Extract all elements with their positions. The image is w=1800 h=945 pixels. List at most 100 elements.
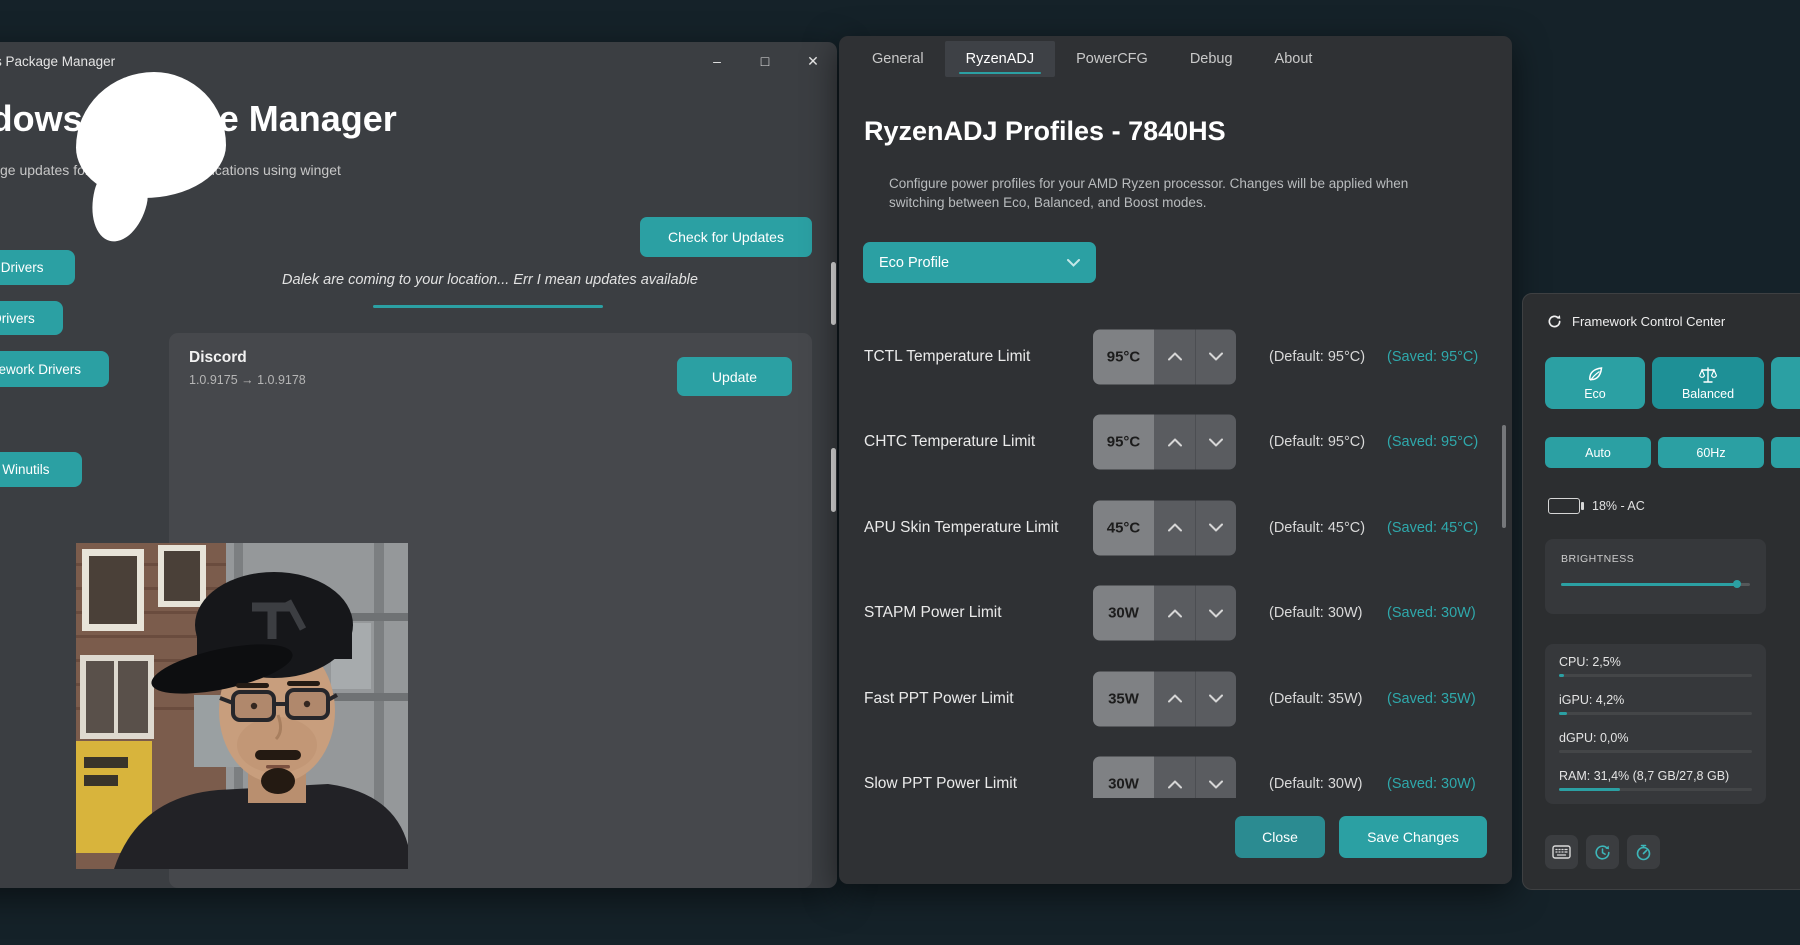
scales-icon: [1698, 366, 1718, 384]
increment-button[interactable]: [1154, 329, 1195, 384]
value-stepper: 95°C: [1093, 415, 1236, 470]
scrollbar-thumb[interactable]: [1502, 425, 1506, 528]
mode-label: Balanced: [1682, 387, 1734, 401]
profile-dropdown-value: Eco Profile: [879, 255, 949, 271]
panel-title: Framework Control Center: [1572, 314, 1725, 329]
stat-label: CPU: 2,5%: [1559, 655, 1752, 669]
history-button[interactable]: [1586, 835, 1619, 869]
chevron-up-icon: [1168, 609, 1182, 617]
balanced-mode-button[interactable]: Balanced: [1652, 357, 1764, 409]
history-clock-icon: [1594, 844, 1611, 861]
chevron-down-icon: [1209, 524, 1223, 532]
boost-mode-button[interactable]: [1771, 357, 1800, 409]
default-value-text: (Default: 45°C): [1269, 520, 1365, 536]
default-value-text: (Default: 35W): [1269, 691, 1362, 707]
framework-control-center-panel: Framework Control Center Eco Balanced Au…: [1522, 293, 1800, 890]
increment-button[interactable]: [1154, 500, 1195, 555]
sidebar-item-amd-drivers[interactable]: AMD Drivers: [0, 301, 63, 335]
package-version: 1.0.9175 → 1.0.9178: [189, 373, 306, 387]
saved-value-text: (Saved: 30W): [1387, 776, 1476, 792]
scrollbar-thumb[interactable]: [831, 448, 836, 512]
check-for-updates-button[interactable]: Check for Updates: [640, 217, 812, 257]
tab-debug[interactable]: Debug: [1169, 41, 1254, 77]
saved-value-text: (Saved: 45°C): [1387, 520, 1478, 536]
sidebar-item-framework-drivers[interactable]: Framework Drivers: [0, 351, 109, 387]
refresh-auto-button[interactable]: Auto: [1545, 437, 1651, 468]
decrement-button[interactable]: [1195, 415, 1236, 470]
webcam-photo: [76, 543, 408, 869]
setting-label: APU Skin Temperature Limit: [864, 519, 1058, 537]
stat-bar: [1559, 674, 1752, 677]
panel-header: Framework Control Center: [1547, 314, 1725, 329]
update-button[interactable]: Update: [677, 357, 792, 396]
increment-button[interactable]: [1154, 671, 1195, 726]
decrement-button[interactable]: [1195, 586, 1236, 641]
sync-icon: [1547, 314, 1562, 329]
setting-label: TCTL Temperature Limit: [864, 348, 1030, 366]
titlebar: Windows Package Manager – □ ✕: [0, 42, 837, 80]
decrement-button[interactable]: [1195, 329, 1236, 384]
refresh-60hz-button[interactable]: 60Hz: [1658, 437, 1764, 468]
setting-row-chtc: CHTC Temperature Limit 95°C (Default: 95…: [839, 400, 1512, 486]
setting-row-stapm: STAPM Power Limit 30W (Default: 30W) (Sa…: [839, 571, 1512, 657]
stat-bar: [1559, 750, 1752, 753]
chevron-up-icon: [1168, 438, 1182, 446]
tab-powercfg[interactable]: PowerCFG: [1055, 41, 1169, 77]
keyboard-button[interactable]: [1545, 835, 1578, 869]
close-button[interactable]: ✕: [789, 42, 837, 80]
brightness-slider[interactable]: [1561, 583, 1750, 586]
setting-row-tctl: TCTL Temperature Limit 95°C (Default: 95…: [839, 314, 1512, 400]
stepper-value: 95°C: [1093, 415, 1154, 470]
stat-igpu: iGPU: 4,2%: [1559, 693, 1752, 731]
stat-bar: [1559, 712, 1752, 715]
decrement-button[interactable]: [1195, 500, 1236, 555]
system-stats-card: CPU: 2,5% iGPU: 4,2% dGPU: 0,0% RAM: 31,…: [1545, 644, 1766, 804]
stat-label: iGPU: 4,2%: [1559, 693, 1752, 707]
maximize-button[interactable]: □: [741, 42, 789, 80]
save-changes-button[interactable]: Save Changes: [1339, 816, 1487, 858]
mode-label: Eco: [1584, 387, 1606, 401]
tab-about[interactable]: About: [1254, 41, 1334, 77]
refresh-rate-buttons: Auto 60Hz: [1545, 437, 1800, 468]
fan-gauge-icon: [1635, 844, 1652, 861]
profile-dropdown[interactable]: Eco Profile: [863, 242, 1096, 283]
saved-value-text: (Saved: 30W): [1387, 605, 1476, 621]
minimize-button[interactable]: –: [693, 42, 741, 80]
fan-button[interactable]: [1627, 835, 1660, 869]
stat-dgpu: dGPU: 0,0%: [1559, 731, 1752, 769]
decrement-button[interactable]: [1195, 671, 1236, 726]
sidebar-item-intel-drivers[interactable]: Intel Drivers: [0, 250, 75, 285]
keyboard-icon: [1552, 845, 1571, 859]
sidebar-item-ctt-winutils[interactable]: CTT Winutils: [0, 452, 82, 487]
leaf-icon: [1586, 366, 1604, 384]
stat-label: dGPU: 0,0%: [1559, 731, 1752, 745]
window-controls: – □ ✕: [693, 42, 837, 80]
setting-label: STAPM Power Limit: [864, 604, 1002, 622]
saved-value-text: (Saved: 95°C): [1387, 349, 1478, 365]
eco-mode-button[interactable]: Eco: [1545, 357, 1645, 409]
tab-ryzenadj[interactable]: RyzenADJ: [945, 41, 1056, 77]
battery-status: 18% - AC: [1548, 498, 1645, 514]
chevron-up-icon: [1168, 780, 1182, 788]
stepper-value: 45°C: [1093, 500, 1154, 555]
increment-button[interactable]: [1154, 415, 1195, 470]
brightness-label: BRIGHTNESS: [1561, 553, 1750, 565]
value-stepper: 30W: [1093, 586, 1236, 641]
package-name: Discord: [189, 349, 247, 367]
tab-bar: General RyzenADJ PowerCFG Debug About: [851, 41, 1333, 77]
stat-bar: [1559, 788, 1752, 791]
value-stepper: 45°C: [1093, 500, 1236, 555]
increment-button[interactable]: [1154, 586, 1195, 641]
stat-label: RAM: 31,4% (8,7 GB/27,8 GB): [1559, 769, 1752, 783]
scrollbar-thumb[interactable]: [831, 262, 836, 325]
close-dialog-button[interactable]: Close: [1235, 816, 1325, 858]
default-value-text: (Default: 30W): [1269, 605, 1362, 621]
chevron-down-icon: [1209, 353, 1223, 361]
tab-general[interactable]: General: [851, 41, 945, 77]
updates-status-text: Dalek are coming to your location... Err…: [225, 272, 755, 288]
refresh-extra-button[interactable]: [1771, 437, 1800, 468]
battery-text: 18% - AC: [1592, 499, 1645, 513]
brightness-slider-thumb[interactable]: [1733, 580, 1741, 588]
default-value-text: (Default: 95°C): [1269, 349, 1365, 365]
stepper-value: 95°C: [1093, 329, 1154, 384]
